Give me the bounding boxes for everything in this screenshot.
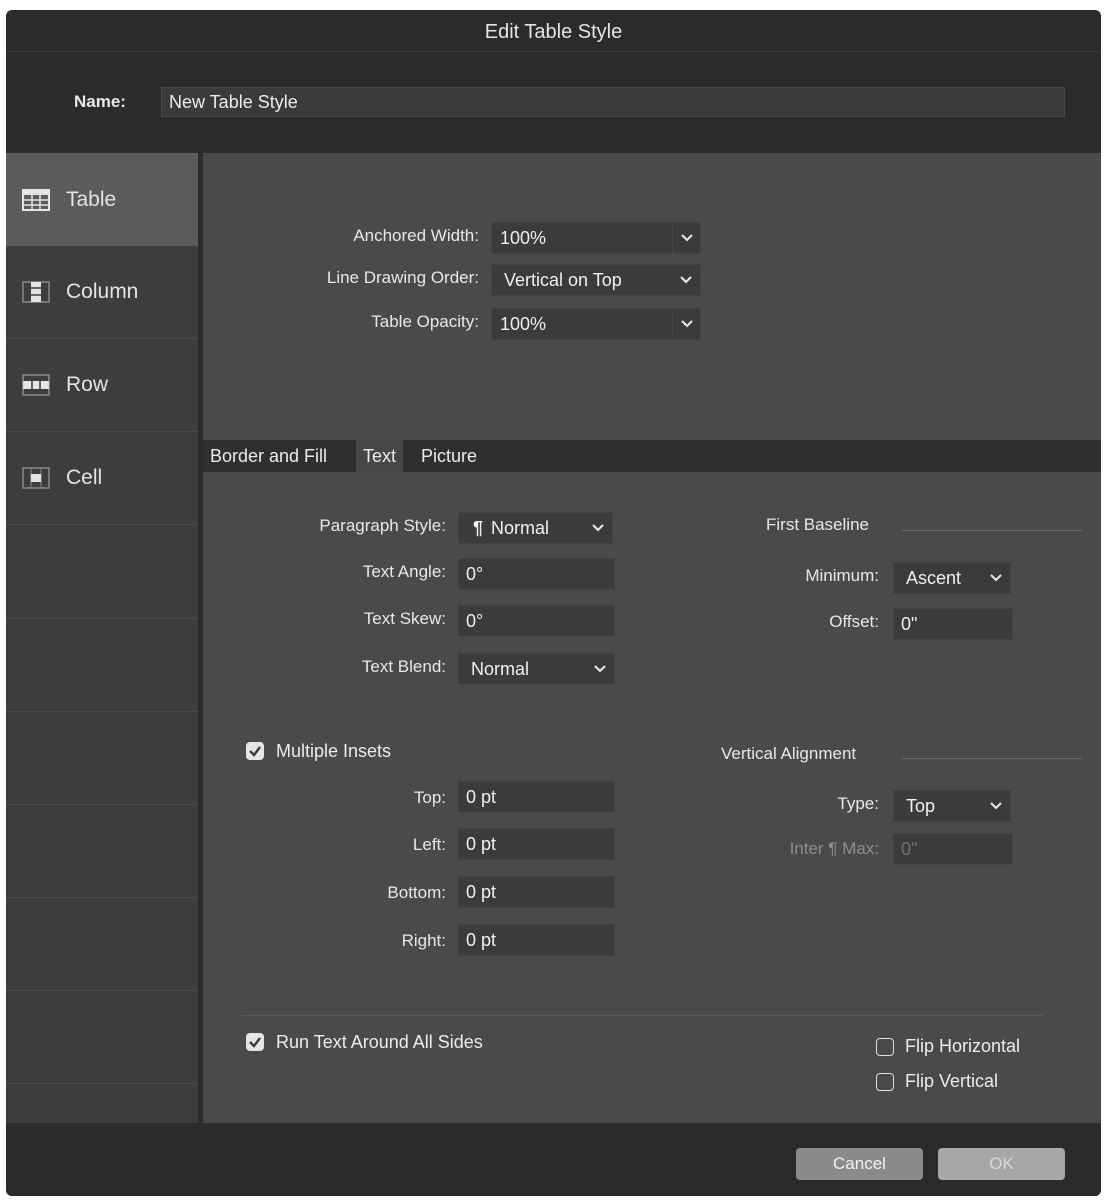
minimum-label: Minimum: bbox=[805, 566, 879, 585]
inset-left-label: Left: bbox=[412, 835, 446, 854]
content-panel: Anchored Width: 100% Line Drawing Order:… bbox=[203, 153, 1101, 1123]
multiple-insets-label: Multiple Insets bbox=[276, 741, 392, 761]
cell-icon bbox=[22, 467, 50, 489]
column-icon bbox=[22, 281, 50, 303]
checkmark-icon bbox=[249, 746, 261, 757]
inset-top-label: Top: bbox=[413, 788, 446, 807]
chevron-down-icon bbox=[982, 563, 1010, 593]
sidebar-item-label: Row bbox=[66, 373, 109, 396]
flip-horizontal-label: Flip Horizontal bbox=[905, 1036, 1021, 1056]
sidebar-item-table[interactable]: Table bbox=[6, 153, 198, 246]
multiple-insets-checkbox[interactable] bbox=[246, 742, 264, 760]
tab-border-and-fill[interactable]: Border and Fill bbox=[203, 440, 334, 472]
offset-field[interactable]: 0" bbox=[893, 608, 1013, 640]
pilcrow-icon: ¶ bbox=[473, 518, 484, 538]
checkmark-icon bbox=[249, 1037, 261, 1048]
section-divider bbox=[902, 758, 1082, 759]
flip-horizontal-checkbox[interactable] bbox=[876, 1038, 894, 1056]
sidebar-divider bbox=[6, 804, 198, 805]
va-type-select[interactable]: Top bbox=[893, 790, 1011, 822]
inter-max-field: 0" bbox=[893, 833, 1013, 865]
sidebar-divider bbox=[6, 711, 198, 712]
vertical-alignment-heading: Vertical Alignment bbox=[721, 744, 857, 763]
chevron-down-icon bbox=[584, 513, 612, 543]
flip-vertical-label: Flip Vertical bbox=[905, 1071, 999, 1091]
chevron-down-icon bbox=[672, 265, 700, 295]
name-input[interactable]: New Table Style bbox=[161, 87, 1065, 117]
sidebar-divider bbox=[6, 897, 198, 898]
sidebar-item-row[interactable]: Row bbox=[6, 339, 198, 432]
tab-picture[interactable]: Picture bbox=[414, 440, 484, 472]
flip-vertical-checkbox[interactable] bbox=[876, 1073, 894, 1091]
sidebar-item-label: Table bbox=[66, 187, 117, 211]
dialog-footer: Cancel OK bbox=[6, 1123, 1101, 1196]
chevron-down-icon[interactable] bbox=[672, 309, 700, 339]
edit-table-style-dialog: Edit Table Style Name: New Table Style T… bbox=[6, 10, 1101, 1196]
table-opacity-label: Table Opacity: bbox=[371, 312, 479, 331]
anchored-width-combo[interactable]: 100% bbox=[491, 222, 701, 254]
inset-right-label: Right: bbox=[401, 931, 446, 950]
run-text-around-checkbox[interactable] bbox=[246, 1033, 264, 1051]
sidebar: Table Column Row Cell bbox=[6, 153, 198, 1123]
inset-bottom-field[interactable]: 0 pt bbox=[458, 876, 615, 908]
inset-right-field[interactable]: 0 pt bbox=[458, 924, 615, 956]
run-text-around-label: Run Text Around All Sides bbox=[276, 1032, 483, 1052]
section-divider bbox=[902, 530, 1082, 531]
text-skew-field[interactable]: 0° bbox=[458, 605, 615, 637]
divider bbox=[241, 1015, 1043, 1016]
sidebar-divider bbox=[6, 990, 198, 991]
inter-max-label: Inter ¶ Max: bbox=[789, 839, 879, 858]
sidebar-item-cell[interactable]: Cell bbox=[6, 432, 198, 525]
sidebar-item-label: Cell bbox=[66, 466, 103, 489]
cancel-button[interactable]: Cancel bbox=[796, 1148, 923, 1180]
inset-bottom-label: Bottom: bbox=[387, 883, 446, 902]
paragraph-style-select[interactable]: ¶ Normal bbox=[458, 512, 613, 544]
ok-button[interactable]: OK bbox=[938, 1148, 1065, 1180]
text-blend-select[interactable]: Normal bbox=[458, 653, 615, 685]
paragraph-style-label: Paragraph Style: bbox=[319, 516, 446, 535]
row-icon bbox=[22, 374, 50, 396]
window-title: Edit Table Style bbox=[6, 10, 1101, 52]
text-skew-label: Text Skew: bbox=[363, 609, 446, 628]
first-baseline-heading: First Baseline bbox=[766, 515, 869, 534]
minimum-select[interactable]: Ascent bbox=[893, 562, 1011, 594]
anchored-width-label: Anchored Width: bbox=[353, 226, 479, 245]
name-label: Name: bbox=[74, 92, 126, 111]
inset-left-field[interactable]: 0 pt bbox=[458, 828, 615, 860]
sidebar-item-label: Column bbox=[66, 280, 139, 303]
text-blend-label: Text Blend: bbox=[361, 657, 446, 676]
sidebar-divider bbox=[6, 1083, 198, 1084]
chevron-down-icon bbox=[982, 791, 1010, 821]
table-icon bbox=[22, 188, 50, 211]
chevron-down-icon[interactable] bbox=[672, 223, 700, 253]
text-angle-label: Text Angle: bbox=[362, 562, 446, 581]
tab-bar: Border and Fill Text Picture bbox=[203, 440, 1101, 472]
line-drawing-order-label: Line Drawing Order: bbox=[326, 268, 479, 287]
chevron-down-icon bbox=[586, 654, 614, 684]
inset-top-field[interactable]: 0 pt bbox=[458, 781, 615, 813]
va-type-label: Type: bbox=[837, 794, 879, 813]
table-opacity-combo[interactable]: 100% bbox=[491, 308, 701, 340]
text-angle-field[interactable]: 0° bbox=[458, 558, 615, 590]
offset-label: Offset: bbox=[829, 612, 879, 631]
sidebar-divider bbox=[6, 618, 198, 619]
tab-text[interactable]: Text bbox=[356, 440, 404, 472]
line-drawing-order-select[interactable]: Vertical on Top bbox=[491, 264, 701, 296]
sidebar-item-column[interactable]: Column bbox=[6, 246, 198, 339]
